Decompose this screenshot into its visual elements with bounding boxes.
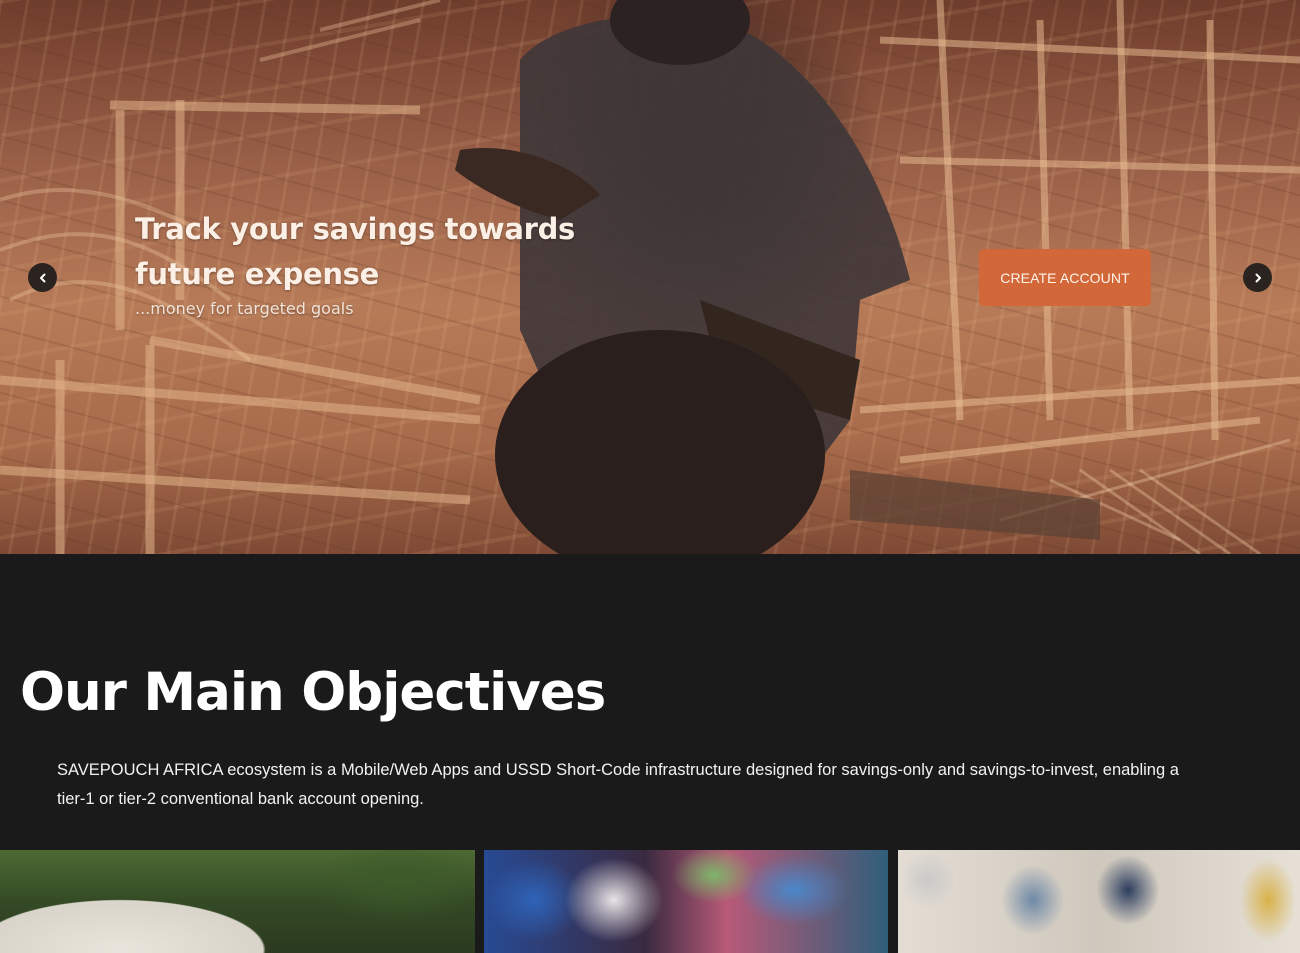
gallery-image-van — [0, 850, 475, 953]
gallery-image-shop — [898, 850, 1300, 953]
hero-slider: Track your savings towards future expens… — [0, 0, 1300, 554]
create-account-button[interactable]: CREATE ACCOUNT — [979, 249, 1151, 306]
chevron-right-icon — [1255, 273, 1261, 282]
hero-title: Track your savings towards future expens… — [135, 212, 576, 291]
hero-subtitle: ...money for targeted goals — [135, 299, 354, 318]
slider-next-button[interactable] — [1243, 263, 1272, 292]
slider-prev-button[interactable] — [28, 263, 57, 292]
image-gallery — [0, 850, 1300, 953]
objectives-title: Our Main Objectives — [20, 662, 606, 723]
objectives-description: SAVEPOUCH AFRICA ecosystem is a Mobile/W… — [57, 761, 1179, 808]
chevron-left-icon — [39, 273, 45, 282]
hero-caption: Track your savings towards future expens… — [135, 207, 605, 318]
gallery-image-market — [484, 850, 888, 953]
objectives-section: Our Main Objectives SAVEPOUCH AFRICA eco… — [0, 554, 1300, 850]
